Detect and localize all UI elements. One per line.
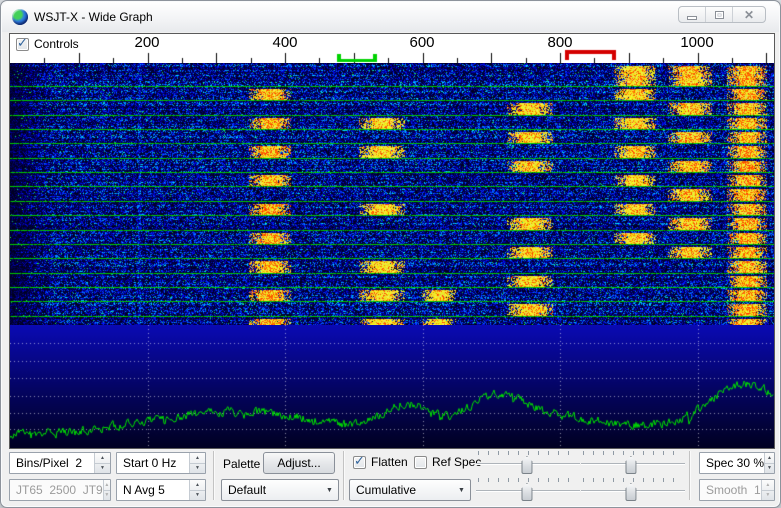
wsjtx-app-icon	[12, 9, 28, 25]
tick-label-200: 200	[134, 34, 159, 51]
spin-up-icon[interactable]: ▲	[190, 480, 205, 491]
jt65-jt9-split-value: JT65 2500 JT9	[10, 483, 103, 497]
spin-up-icon[interactable]: ▲	[190, 453, 205, 464]
ref-spec-checkbox-box: ✓	[414, 456, 427, 469]
minimize-button[interactable]	[679, 7, 706, 22]
n-avg-spinbox[interactable]: N Avg 5 ▲▼	[116, 479, 206, 501]
group-separator	[213, 451, 215, 500]
window-controls: ✕	[678, 6, 766, 23]
start-freq-value: Start 0 Hz	[117, 456, 189, 470]
maximize-icon	[715, 11, 724, 19]
waterfall-display[interactable]	[10, 63, 774, 325]
flatten-checkbox-label: Flatten	[371, 455, 408, 469]
spectrum-zero-slider[interactable]	[581, 478, 685, 502]
frequency-scale-ticks	[10, 34, 774, 63]
display-mode-combobox[interactable]: Cumulative ▼	[349, 479, 471, 501]
spin-up-icon: ▲	[104, 480, 110, 491]
slider-thumb[interactable]	[625, 456, 636, 474]
controls-checkbox-box: ✓	[16, 38, 29, 51]
slider-thumb[interactable]	[521, 483, 532, 501]
spin-down-icon: ▼	[104, 491, 110, 501]
palette-combobox-value: Default	[222, 483, 321, 497]
maximize-button[interactable]	[706, 7, 733, 22]
smooth-value: Smooth 1	[700, 483, 761, 497]
tick-label-400: 400	[272, 34, 297, 51]
wide-graph-display: 200 400 600 800 1000 ✓ Controls	[9, 33, 775, 449]
spin-up-icon[interactable]: ▲	[95, 453, 110, 464]
smooth-spinbox: Smooth 1 ▲▼	[699, 479, 775, 501]
group-separator	[343, 451, 345, 500]
bins-per-pixel-spinbox[interactable]: Bins/Pixel 2 ▲▼	[9, 452, 111, 474]
spec-percent-value: Spec 30 %	[700, 456, 764, 470]
bins-per-pixel-value: Bins/Pixel 2	[10, 456, 94, 470]
spin-up-icon[interactable]: ▲	[765, 453, 774, 464]
title-bar[interactable]: WSJT-X - Wide Graph ✕	[2, 2, 779, 32]
flatten-checkbox-box: ✓	[353, 456, 366, 469]
spin-down-icon[interactable]: ▼	[190, 491, 205, 501]
spectrum-display[interactable]	[10, 325, 774, 448]
frequency-scale[interactable]: 200 400 600 800 1000 ✓ Controls	[10, 34, 774, 63]
adjust-button-label: Adjust...	[277, 456, 320, 470]
close-button[interactable]: ✕	[733, 7, 765, 22]
group-separator	[689, 451, 691, 500]
ref-spec-checkbox-label: Ref Spec	[432, 455, 481, 469]
spin-down-icon[interactable]: ▼	[765, 464, 774, 474]
slider-ticks	[583, 478, 683, 482]
wsjtx-wide-graph-window: WSJT-X - Wide Graph ✕ 200 400 600 800 10…	[0, 0, 781, 508]
check-icon: ✓	[17, 35, 28, 51]
minimize-icon	[687, 16, 697, 20]
tick-label-1000: 1000	[680, 34, 713, 51]
controls-panel: Bins/Pixel 2 ▲▼ Start 0 Hz ▲▼ JT65 2500 …	[1, 449, 781, 505]
spin-up-icon: ▲	[762, 480, 774, 491]
check-icon: ✓	[354, 453, 365, 469]
slider-thumb[interactable]	[625, 483, 636, 501]
controls-checkbox-label: Controls	[34, 37, 79, 51]
chevron-down-icon: ▼	[321, 487, 338, 494]
controls-checkbox[interactable]: ✓ Controls	[16, 37, 79, 51]
start-freq-spinbox[interactable]: Start 0 Hz ▲▼	[116, 452, 206, 474]
spin-down-icon[interactable]: ▼	[190, 464, 205, 474]
slider-thumb[interactable]	[521, 456, 532, 474]
close-icon: ✕	[744, 9, 754, 21]
window-title: WSJT-X - Wide Graph	[34, 10, 153, 24]
display-mode-value: Cumulative	[350, 483, 453, 497]
ref-spec-checkbox[interactable]: ✓ Ref Spec	[414, 455, 481, 469]
jt65-jt9-split-spinbox: JT65 2500 JT9 ▲▼	[9, 479, 111, 501]
slider-ticks	[583, 451, 683, 455]
flatten-checkbox[interactable]: ✓ Flatten	[353, 455, 408, 469]
palette-combobox[interactable]: Default ▼	[221, 479, 339, 501]
slider-ticks	[478, 451, 578, 455]
tick-label-600: 600	[409, 34, 434, 51]
waterfall-zero-slider[interactable]	[581, 451, 685, 475]
waterfall-gain-slider[interactable]	[476, 451, 580, 475]
spin-down-icon[interactable]: ▼	[95, 464, 110, 474]
spec-percent-spinbox[interactable]: Spec 30 % ▲▼	[699, 452, 775, 474]
tick-label-800: 800	[547, 34, 572, 51]
slider-ticks	[478, 478, 578, 482]
palette-adjust-button[interactable]: Adjust...	[263, 452, 335, 474]
chevron-down-icon: ▼	[453, 487, 470, 494]
spectrum-gain-slider[interactable]	[476, 478, 580, 502]
palette-label: Palette	[223, 457, 260, 471]
n-avg-value: N Avg 5	[117, 483, 189, 497]
spin-down-icon: ▼	[762, 491, 774, 501]
